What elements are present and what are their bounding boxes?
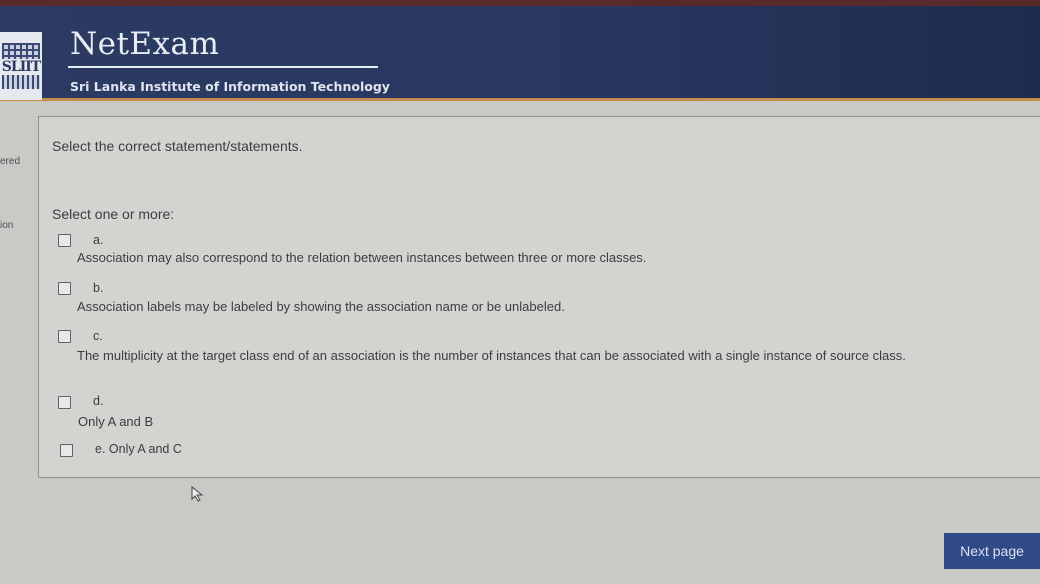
option-letter: d. [93, 394, 104, 408]
option-text: Association may also correspond to the r… [77, 250, 647, 265]
nav-label-answered: ered [0, 156, 21, 167]
question-text: Select the correct statement/statements. [52, 138, 303, 154]
option-letter: a. [93, 233, 104, 247]
mouse-pointer-icon [191, 486, 204, 502]
checkbox-icon[interactable] [58, 282, 71, 295]
nav-label-question: ion [0, 220, 14, 231]
option-letter: c. [93, 329, 103, 343]
site-header: SLIIT NetExam Sri Lanka Institute of Inf… [0, 6, 1040, 101]
option-text: The multiplicity at the target class end… [77, 348, 906, 363]
institute-subtitle: Sri Lanka Institute of Information Techn… [70, 79, 390, 94]
logo-grid-top [2, 43, 40, 59]
checkbox-icon[interactable] [60, 444, 73, 457]
option-text: Association labels may be labeled by sho… [77, 299, 565, 314]
brand-underline [68, 66, 378, 68]
answer-prompt: Select one or more: [52, 206, 175, 222]
next-page-button[interactable]: Next page [944, 533, 1040, 569]
checkbox-icon[interactable] [58, 396, 71, 409]
logo-text: SLIIT [1, 59, 41, 75]
checkbox-icon[interactable] [58, 234, 71, 247]
option-letter: e. Only A and C [95, 442, 182, 456]
checkbox-icon[interactable] [58, 330, 71, 343]
option-text: Only A and B [78, 414, 154, 429]
brand-title: NetExam [70, 26, 220, 62]
sliit-logo: SLIIT [0, 32, 42, 100]
logo-grid-bottom [2, 75, 40, 89]
left-nav-strip: ered ion [0, 120, 22, 584]
option-letter: b. [93, 281, 104, 295]
